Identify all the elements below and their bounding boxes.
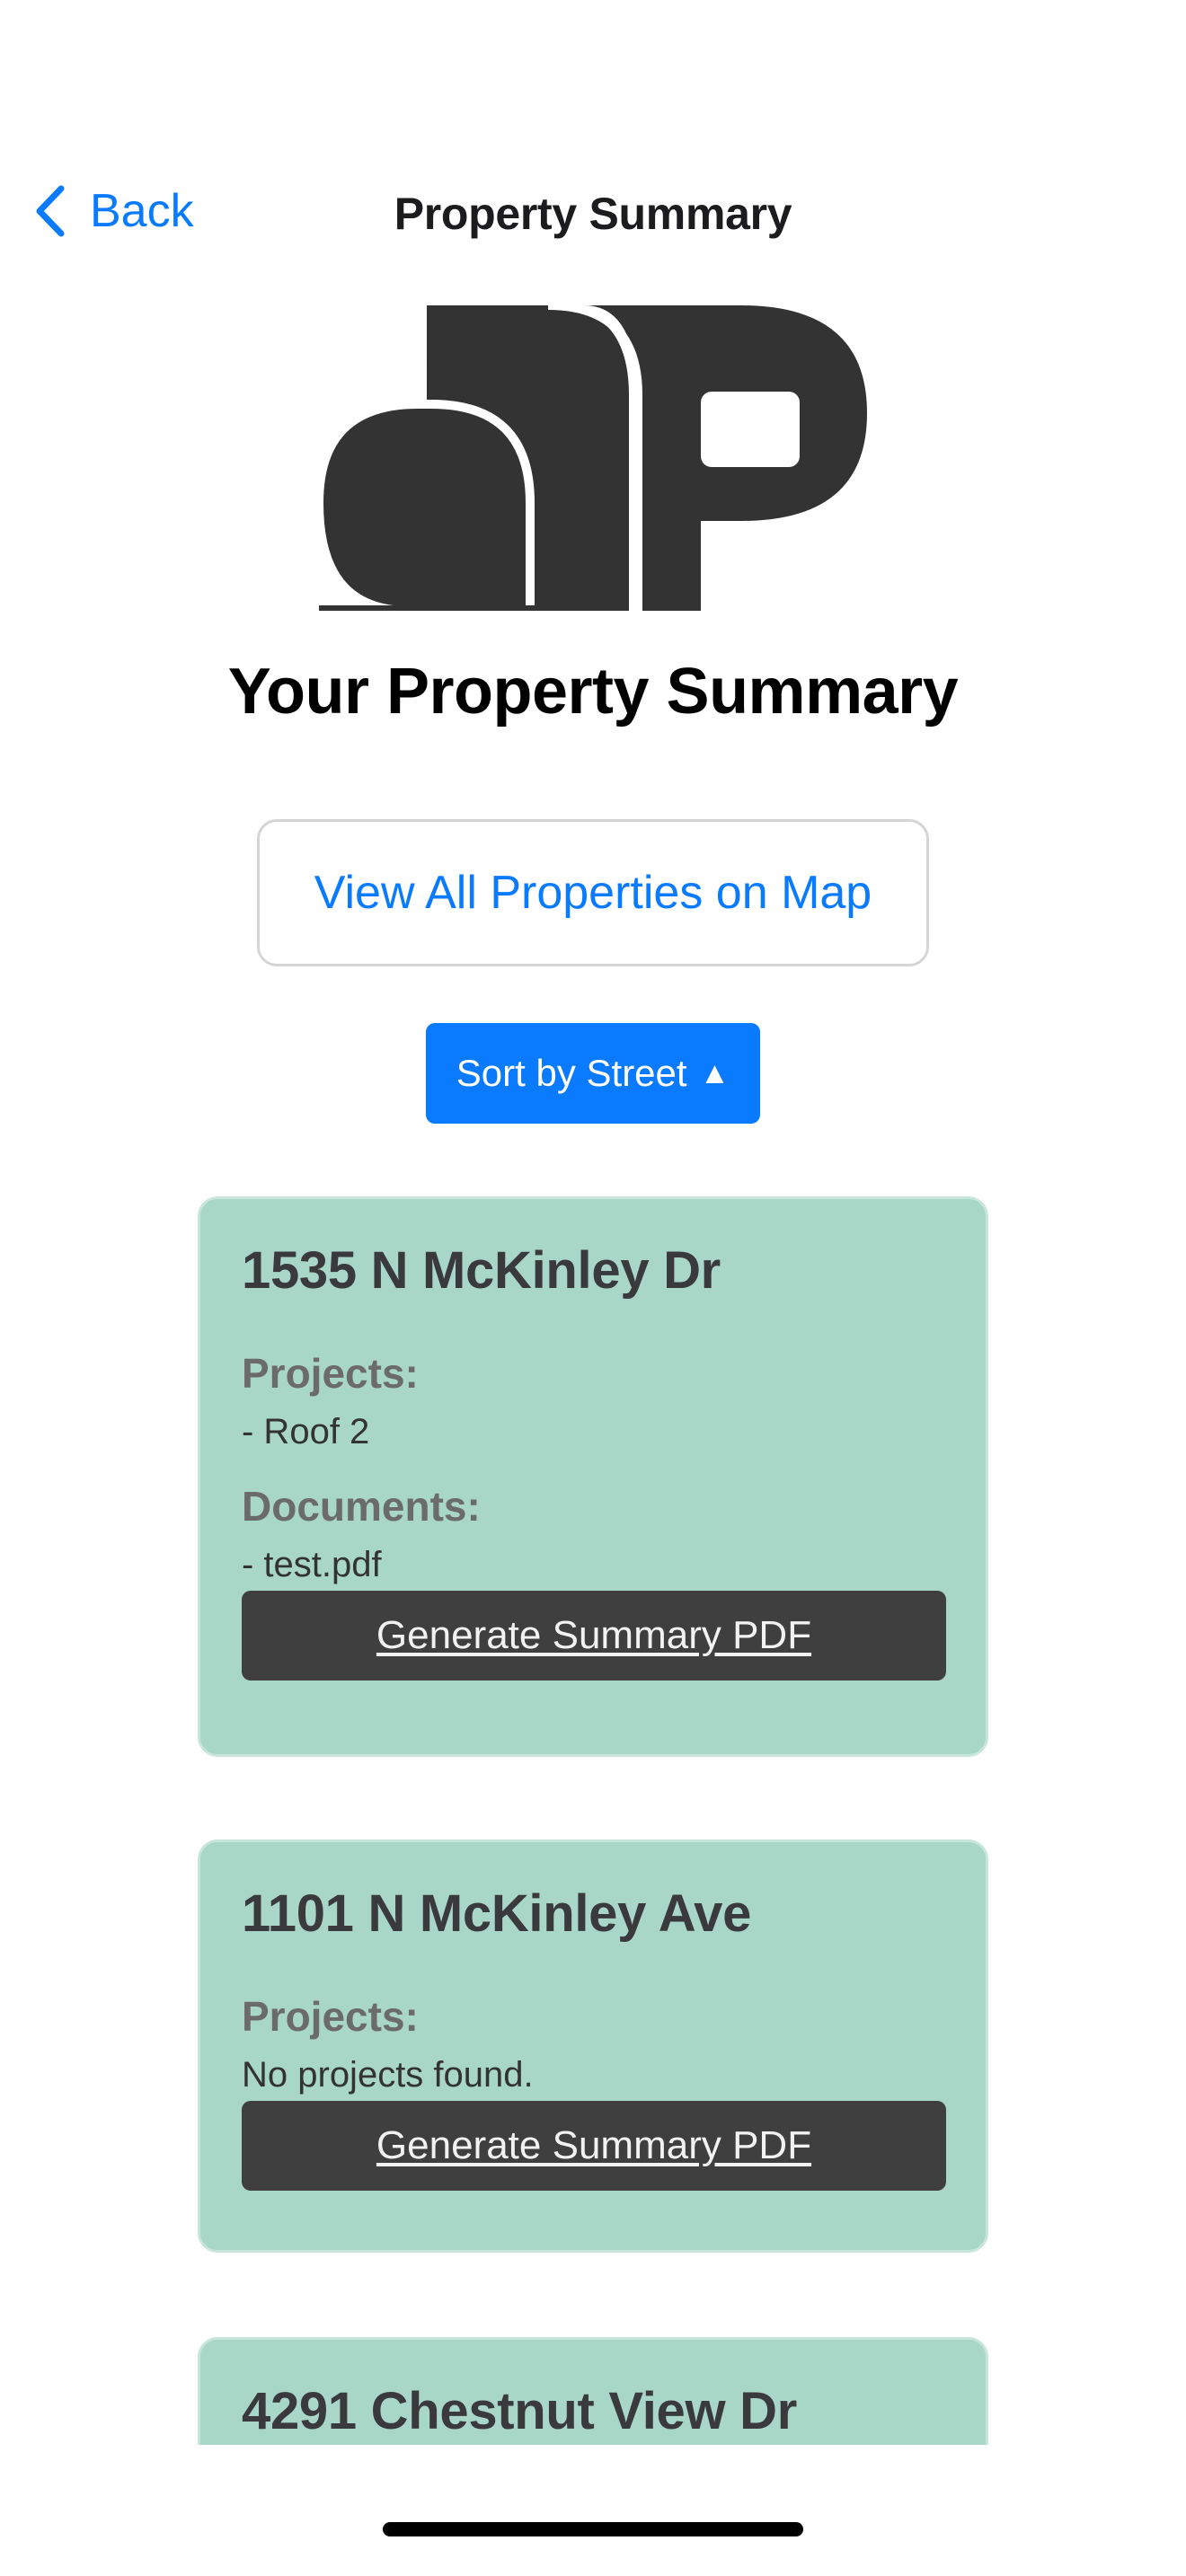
nav-title: Property Summary: [394, 189, 792, 239]
property-address: 4291 Chestnut View Dr: [242, 2382, 797, 2440]
sort-ascending-icon: ▲: [699, 1055, 730, 1090]
property-address: 1101 N McKinley Ave: [242, 1884, 752, 1943]
property-card: 1535 N McKinley Dr Projects: - Roof 2 Do…: [198, 1196, 988, 1757]
project-item: - Roof 2: [242, 1412, 370, 1451]
document-item: - test.pdf: [242, 1545, 382, 1584]
navigation-bar: Back Property Summary: [0, 162, 1186, 260]
app-logo: [319, 305, 867, 611]
ap-logo-icon: [319, 305, 867, 611]
property-list[interactable]: 1535 N McKinley Dr Projects: - Roof 2 Do…: [0, 1186, 1186, 2445]
generate-pdf-button[interactable]: Generate Summary PDF: [242, 2101, 946, 2191]
documents-label: Documents:: [242, 1483, 481, 1530]
projects-label: Projects:: [242, 1350, 419, 1397]
sort-by-street-button[interactable]: Sort by Street ▲: [426, 1023, 760, 1124]
projects-label: Projects:: [242, 1993, 419, 2040]
property-card: 4291 Chestnut View Dr: [198, 2337, 988, 2445]
page-heading: Your Property Summary: [227, 656, 959, 728]
property-address: 1535 N McKinley Dr: [242, 1241, 721, 1300]
sort-button-label: Sort by Street: [456, 1052, 687, 1094]
view-map-button[interactable]: View All Properties on Map: [257, 819, 929, 966]
generate-pdf-button[interactable]: Generate Summary PDF: [242, 1591, 946, 1681]
home-indicator: [383, 2522, 803, 2536]
property-card: 1101 N McKinley Ave Projects: No project…: [198, 1839, 988, 2253]
empty-projects-message: No projects found.: [242, 2055, 534, 2095]
